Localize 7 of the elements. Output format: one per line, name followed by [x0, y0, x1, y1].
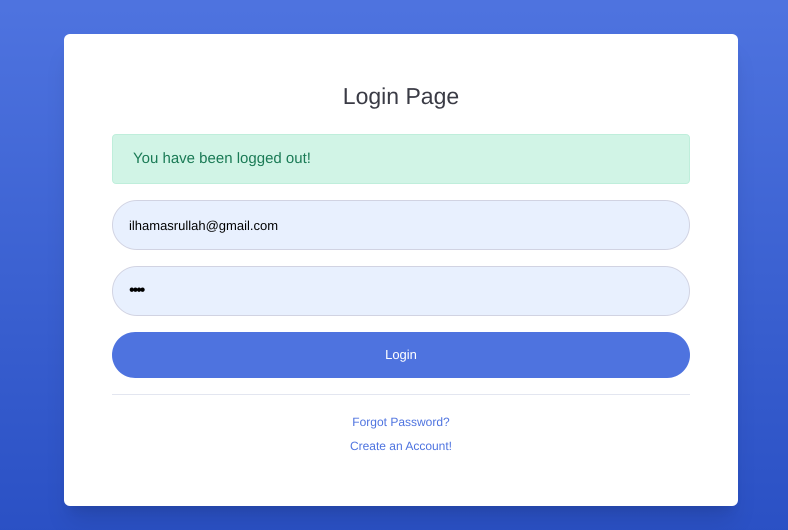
- email-field[interactable]: ilhamasrullah@gmail.com: [112, 200, 690, 250]
- text-link[interactable]: Create an Account!: [350, 437, 452, 455]
- page-title: Login Page: [342, 82, 460, 111]
- text-link[interactable]: Forgot Password?: [352, 413, 450, 431]
- login-button[interactable]: Login: [112, 332, 690, 378]
- password-field[interactable]: ••••: [112, 266, 690, 316]
- logout-alert: You have been logged out!: [112, 134, 690, 184]
